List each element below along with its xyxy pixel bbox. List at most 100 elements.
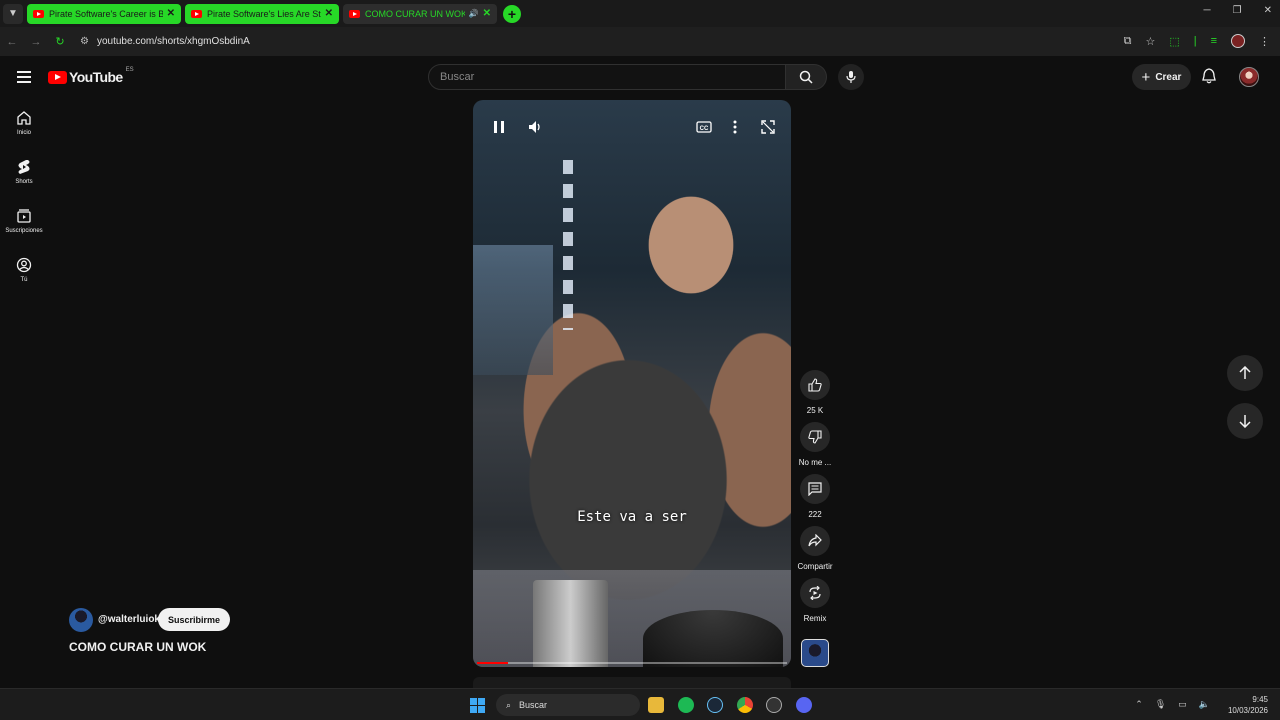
close-window-icon[interactable]: ✕ bbox=[1264, 5, 1272, 16]
sidebar-item-inicio[interactable]: Inicio bbox=[0, 98, 48, 147]
notifications-bell-icon[interactable] bbox=[1202, 68, 1216, 89]
subscribe-button[interactable]: Suscribirme bbox=[158, 608, 230, 631]
share-icon bbox=[800, 526, 830, 556]
separator-icon: | bbox=[1193, 35, 1197, 47]
like-icon bbox=[800, 370, 830, 400]
voice-search-button[interactable] bbox=[838, 64, 864, 90]
chrome-icon[interactable] bbox=[737, 697, 753, 713]
url-field[interactable]: ⚙ youtube.com/shorts/xhgmOsbdinA bbox=[80, 36, 250, 47]
arrow-up-icon bbox=[1239, 366, 1251, 379]
taskbar-search[interactable]: ⌕ Buscar bbox=[496, 694, 640, 716]
windows-taskbar: ⌕ Buscar ⌃ 🎙 ▭ 🔈 9:45 10/03/2026 bbox=[0, 688, 1280, 720]
video-title[interactable]: COMO CURAR UN WOK bbox=[69, 640, 206, 654]
video-background-detail bbox=[643, 610, 783, 667]
volume-icon[interactable]: 🔈 bbox=[1199, 699, 1210, 710]
remix-button[interactable]: Remix bbox=[797, 578, 833, 623]
tab-search-menu-button[interactable]: ▼ bbox=[3, 3, 23, 24]
browser-tab-3[interactable]: COMO CURAR UN WOK - Y 🔊 ✕ bbox=[343, 3, 497, 24]
window-controls: ─ ❐ ✕ bbox=[1204, 5, 1272, 16]
profile-avatar-icon[interactable] bbox=[1231, 34, 1245, 48]
taskbar-clock[interactable]: 9:45 10/03/2026 bbox=[1228, 694, 1268, 716]
tab-close-icon[interactable]: ✕ bbox=[483, 8, 491, 19]
country-code: ES bbox=[125, 67, 134, 73]
sidebar-item-label: Suscripciones bbox=[5, 227, 43, 234]
windows-start-icon[interactable] bbox=[470, 698, 485, 713]
dislike-icon bbox=[800, 422, 830, 452]
dislike-button[interactable]: No me ... bbox=[797, 422, 833, 467]
share-button[interactable]: Compartir bbox=[797, 526, 833, 571]
video-background-detail bbox=[563, 160, 573, 330]
video-progress-fill bbox=[477, 662, 508, 664]
create-button[interactable]: + Crear bbox=[1132, 64, 1191, 90]
reload-icon[interactable]: ↻ bbox=[48, 35, 72, 48]
spotify-icon[interactable] bbox=[678, 697, 694, 713]
subscriptions-icon bbox=[17, 208, 31, 223]
comments-button[interactable]: 222 bbox=[797, 474, 833, 519]
media-control-icon[interactable]: ≡ bbox=[1211, 35, 1217, 47]
browser-menu-icon[interactable]: ⋮ bbox=[1259, 35, 1270, 48]
tab-close-icon[interactable]: ✕ bbox=[325, 8, 333, 19]
previous-short-button[interactable] bbox=[1227, 355, 1263, 391]
tab-title: COMO CURAR UN WOK - Y bbox=[365, 8, 465, 19]
channel-handle[interactable]: @walterluiok bbox=[98, 614, 160, 625]
pause-icon[interactable] bbox=[493, 120, 505, 139]
channel-avatar[interactable] bbox=[69, 608, 93, 632]
more-options-icon[interactable] bbox=[733, 120, 737, 139]
tab-title: Pirate Software's Career is Basi bbox=[49, 8, 163, 19]
browser-tab-1[interactable]: Pirate Software's Career is Basi ✕ bbox=[27, 3, 181, 24]
restore-icon[interactable]: ❐ bbox=[1233, 5, 1242, 16]
site-info-icon[interactable]: ⚙ bbox=[80, 36, 89, 47]
bookmark-star-icon[interactable]: ☆ bbox=[1145, 35, 1155, 48]
youtube-favicon-icon bbox=[349, 9, 360, 18]
search-input[interactable]: Buscar bbox=[428, 64, 786, 90]
taskbar-search-label: Buscar bbox=[519, 700, 548, 710]
user-avatar[interactable] bbox=[1239, 67, 1259, 87]
back-icon[interactable]: ← bbox=[0, 36, 24, 48]
tab-audio-icon[interactable]: 🔊 bbox=[469, 9, 479, 18]
file-explorer-icon[interactable] bbox=[648, 697, 664, 713]
search-icon bbox=[799, 70, 813, 84]
extensions-icon[interactable]: ⬚ bbox=[1169, 35, 1179, 48]
clock-date: 10/03/2026 bbox=[1227, 706, 1268, 715]
svg-text:CC: CC bbox=[700, 126, 709, 132]
browser-tab-2[interactable]: Pirate Software's Lies Are Still C ✕ bbox=[185, 3, 339, 24]
sidebar-item-label: Tú bbox=[20, 276, 28, 283]
next-short-button[interactable] bbox=[1227, 403, 1263, 439]
like-count: 25 K bbox=[806, 406, 824, 415]
microphone-icon[interactable]: 🎙 bbox=[1155, 699, 1166, 710]
forward-icon[interactable]: → bbox=[24, 36, 48, 48]
menu-icon[interactable] bbox=[17, 71, 31, 83]
app-icon[interactable] bbox=[766, 697, 782, 713]
install-app-icon[interactable]: ⧉ bbox=[1124, 35, 1132, 48]
minimize-icon[interactable]: ─ bbox=[1204, 5, 1211, 16]
sidebar-item-label: Inicio bbox=[16, 129, 31, 136]
volume-icon[interactable] bbox=[528, 120, 542, 139]
shorts-video-player[interactable]: CC Este va a ser bbox=[473, 100, 791, 667]
tab-close-icon[interactable]: ✕ bbox=[167, 8, 175, 19]
sidebar-item-suscripciones[interactable]: Suscripciones bbox=[0, 196, 48, 245]
video-progress-bar[interactable] bbox=[477, 662, 787, 664]
like-button[interactable]: 25 K bbox=[797, 370, 833, 415]
mini-guide-sidebar: Inicio Shorts Suscripciones Tú bbox=[0, 98, 48, 294]
video-background-detail bbox=[473, 245, 553, 375]
new-tab-button[interactable]: + bbox=[503, 4, 521, 23]
chevron-up-icon[interactable]: ⌃ bbox=[1135, 699, 1143, 710]
sidebar-item-shorts[interactable]: Shorts bbox=[0, 147, 48, 196]
dislike-label: No me ... bbox=[798, 458, 832, 467]
sidebar-item-tu[interactable]: Tú bbox=[0, 245, 48, 294]
discord-icon[interactable] bbox=[796, 697, 812, 713]
microphone-icon bbox=[846, 71, 856, 83]
steam-icon[interactable] bbox=[707, 697, 723, 713]
youtube-favicon-icon bbox=[191, 9, 202, 18]
url-text: youtube.com/shorts/xhgmOsbdinA bbox=[96, 36, 250, 47]
closed-captions-icon[interactable]: CC bbox=[696, 120, 712, 139]
network-icon[interactable]: ▭ bbox=[1178, 699, 1187, 710]
youtube-logo[interactable]: YouTube ES bbox=[48, 67, 134, 85]
search-button[interactable] bbox=[786, 64, 827, 90]
clock-time: 9:45 bbox=[1252, 695, 1268, 704]
channel-thumbnail[interactable] bbox=[801, 639, 829, 667]
create-label: Crear bbox=[1155, 71, 1182, 83]
fullscreen-icon[interactable] bbox=[761, 120, 775, 139]
remix-icon bbox=[800, 578, 830, 608]
browser-toolbar-right: ⧉ ☆ ⬚ | ≡ ⋮ bbox=[1124, 34, 1270, 48]
